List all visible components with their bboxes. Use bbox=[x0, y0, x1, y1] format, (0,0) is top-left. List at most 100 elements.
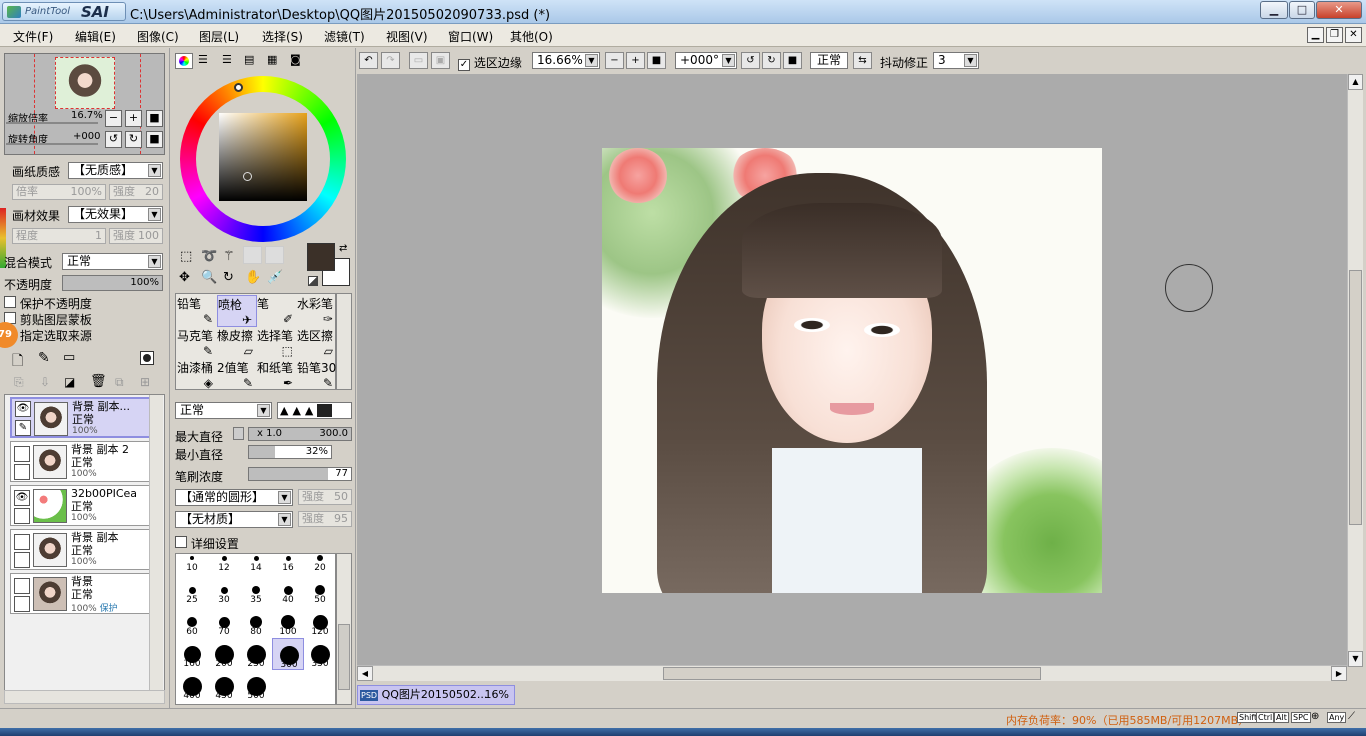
layer-item[interactable]: 背景 正常 100% 保护 bbox=[10, 573, 153, 614]
hsv-slider-mode-icon[interactable]: ☰ bbox=[222, 53, 232, 66]
zoom-select[interactable]: 16.66% ▼ bbox=[532, 52, 600, 69]
brush-size-cell[interactable]: 450 bbox=[208, 670, 240, 702]
rgb-slider-mode-icon[interactable]: ☰ bbox=[198, 53, 208, 66]
undo-button[interactable]: ↶ bbox=[359, 52, 378, 69]
merge-visible-icon[interactable]: ⊞ bbox=[140, 375, 150, 389]
brush-size-cell[interactable]: 20 bbox=[304, 554, 335, 574]
brush-edge-selector[interactable]: ▲▲▲■ bbox=[277, 402, 352, 419]
layer-clear-icon[interactable]: ◪ bbox=[64, 375, 75, 389]
rotate-right-button[interactable]: ↻ bbox=[762, 52, 781, 69]
sv-handle[interactable] bbox=[243, 172, 252, 181]
redo-button[interactable]: ↷ bbox=[381, 52, 400, 69]
stabilizer-select[interactable]: 3 ▼ bbox=[933, 52, 979, 69]
rotate-icon[interactable]: ↻ bbox=[223, 270, 234, 285]
nav-rotate-left-button[interactable]: ↺ bbox=[105, 131, 122, 148]
menu-image[interactable]: 图像(C) bbox=[137, 28, 179, 45]
min-size-slider[interactable]: 32% bbox=[248, 445, 332, 459]
tool-marker[interactable]: 马克笔 ✎ bbox=[177, 327, 217, 359]
brush-size-scrollbar[interactable] bbox=[336, 553, 352, 705]
menu-layer[interactable]: 图层(L) bbox=[199, 28, 239, 45]
magic-wand-icon[interactable]: ⚚ bbox=[223, 249, 235, 264]
saturation-value-square[interactable] bbox=[219, 113, 307, 201]
close-button[interactable]: ✕ bbox=[1316, 1, 1362, 19]
opacity-slider[interactable]: 100% bbox=[62, 275, 163, 291]
rotate-slider[interactable] bbox=[6, 143, 98, 145]
tool-eraser[interactable]: 橡皮擦 ▱ bbox=[217, 327, 257, 359]
eye-icon[interactable]: 👁 bbox=[14, 490, 30, 506]
swap-colors-icon[interactable]: ⇄ bbox=[339, 243, 347, 254]
max-size-slider[interactable]: x 1.0 300.0 bbox=[248, 427, 352, 441]
menu-other[interactable]: 其他(O) bbox=[510, 28, 553, 45]
brush-size-cell[interactable]: 400 bbox=[176, 670, 208, 702]
canvas-vscroll-thumb[interactable] bbox=[1349, 270, 1362, 525]
deselect-button[interactable]: ▭ bbox=[409, 52, 428, 69]
brush-size-cell[interactable]: 80 bbox=[240, 606, 272, 638]
hand-icon[interactable]: ✋ bbox=[245, 270, 261, 285]
scroll-right-arrow[interactable]: ▶ bbox=[1331, 666, 1347, 681]
brush-shape-select[interactable]: 【通常的圆形】 ▼ bbox=[175, 489, 293, 506]
menu-filter[interactable]: 滤镜(T) bbox=[324, 28, 365, 45]
nav-zoom-out-button[interactable]: − bbox=[105, 110, 122, 127]
brush-size-cell[interactable]: 200 bbox=[208, 638, 240, 670]
layer-item[interactable]: 背景 副本 正常 100% bbox=[10, 529, 153, 570]
tool-pencil30[interactable]: 铅笔30 ✎ bbox=[297, 359, 337, 391]
menu-view[interactable]: 视图(V) bbox=[386, 28, 428, 45]
zoom-out-button[interactable]: − bbox=[605, 52, 624, 69]
canvas-vscrollbar[interactable]: ▲ ▼ bbox=[1347, 74, 1363, 667]
lasso-icon[interactable]: ➰ bbox=[201, 249, 217, 264]
move-icon[interactable]: ✥ bbox=[179, 270, 190, 285]
brush-size-cell[interactable]: 16 bbox=[272, 554, 304, 574]
mdi-minimize-button[interactable]: ▁ bbox=[1307, 27, 1324, 43]
tool-select-pen[interactable]: 选择笔 ⬚ bbox=[257, 327, 297, 359]
canvas-hscroll-thumb[interactable] bbox=[663, 667, 1041, 680]
brush-icon[interactable]: ✎ bbox=[15, 420, 31, 436]
brush-size-cell[interactable]: 70 bbox=[208, 606, 240, 638]
new-layer-icon[interactable]: 🗋 bbox=[12, 350, 23, 374]
tool-pencil[interactable]: 铅笔 ✎ bbox=[177, 295, 217, 327]
brush-size-cell[interactable]: 10 bbox=[176, 554, 208, 574]
brush-size-cell[interactable]: 30 bbox=[208, 574, 240, 606]
tool-select-eraser[interactable]: 选区擦 ▱ bbox=[297, 327, 337, 359]
layer-list-scrollbar[interactable] bbox=[149, 395, 163, 695]
trash-icon[interactable]: 🗑 bbox=[90, 374, 107, 389]
visibility-toggle[interactable] bbox=[14, 446, 30, 462]
lock-toggle[interactable] bbox=[14, 508, 30, 524]
tool-watercolor[interactable]: 水彩笔 ✑ bbox=[297, 295, 337, 327]
mdi-restore-button[interactable]: ❐ bbox=[1326, 27, 1343, 43]
menu-file[interactable]: 文件(F) bbox=[13, 28, 53, 45]
paper-effect-select[interactable]: 【无效果】 ▼ bbox=[68, 206, 163, 223]
brush-size-cell[interactable]: 300 bbox=[272, 638, 304, 670]
selection-edge-toggle[interactable]: ✓ 选区边缘 bbox=[458, 54, 522, 71]
advanced-settings-checkbox[interactable] bbox=[175, 536, 187, 548]
zoom-icon[interactable]: 🔍 bbox=[201, 270, 217, 285]
zoom-reset-button[interactable]: ■ bbox=[647, 52, 666, 69]
layer-copy-icon[interactable]: ⎘ bbox=[14, 375, 24, 390]
brush-size-scroll-thumb[interactable] bbox=[338, 624, 350, 690]
protect-opacity-toggle[interactable]: 保护不透明度 bbox=[4, 295, 92, 312]
lock-toggle[interactable] bbox=[14, 596, 30, 612]
brush-size-cell[interactable]: 50 bbox=[304, 574, 335, 606]
tool-bucket[interactable]: 油漆桶 ◈ bbox=[177, 359, 217, 391]
brush-size-cell[interactable]: 100 bbox=[272, 606, 304, 638]
brush-size-cell[interactable]: 35 bbox=[240, 574, 272, 606]
swatch-mode-icon[interactable]: ▦ bbox=[267, 53, 277, 66]
menu-window[interactable]: 窗口(W) bbox=[448, 28, 493, 45]
brush-size-cell[interactable]: 40 bbox=[272, 574, 304, 606]
tool-binary-pen[interactable]: 2值笔 ✎ bbox=[217, 359, 257, 391]
transparent-color-icon[interactable] bbox=[308, 276, 318, 286]
document-tab[interactable]: PSD QQ图片20150502... 16% bbox=[357, 685, 515, 705]
scroll-up-arrow[interactable]: ▲ bbox=[1348, 74, 1363, 90]
document-canvas[interactable] bbox=[602, 148, 1102, 593]
paper-texture-select[interactable]: 【无质感】 ▼ bbox=[68, 162, 163, 179]
scroll-down-arrow[interactable]: ▼ bbox=[1348, 651, 1363, 667]
rotate-select[interactable]: +000° ▼ bbox=[675, 52, 737, 69]
advanced-settings-toggle[interactable]: 详细设置 bbox=[175, 535, 239, 552]
brush-size-cell[interactable]: 25 bbox=[176, 574, 208, 606]
flip-button[interactable]: ⇆ bbox=[853, 52, 872, 69]
mdi-close-button[interactable]: ✕ bbox=[1345, 27, 1362, 43]
layer-list-hscrollbar[interactable] bbox=[4, 690, 165, 704]
nav-rotate-reset-button[interactable]: ■ bbox=[146, 131, 163, 148]
blend-mode-select[interactable]: 正常 ▼ bbox=[62, 253, 163, 270]
brush-size-cell[interactable]: 350 bbox=[304, 638, 335, 670]
rotate-reset-button[interactable]: ■ bbox=[783, 52, 802, 69]
